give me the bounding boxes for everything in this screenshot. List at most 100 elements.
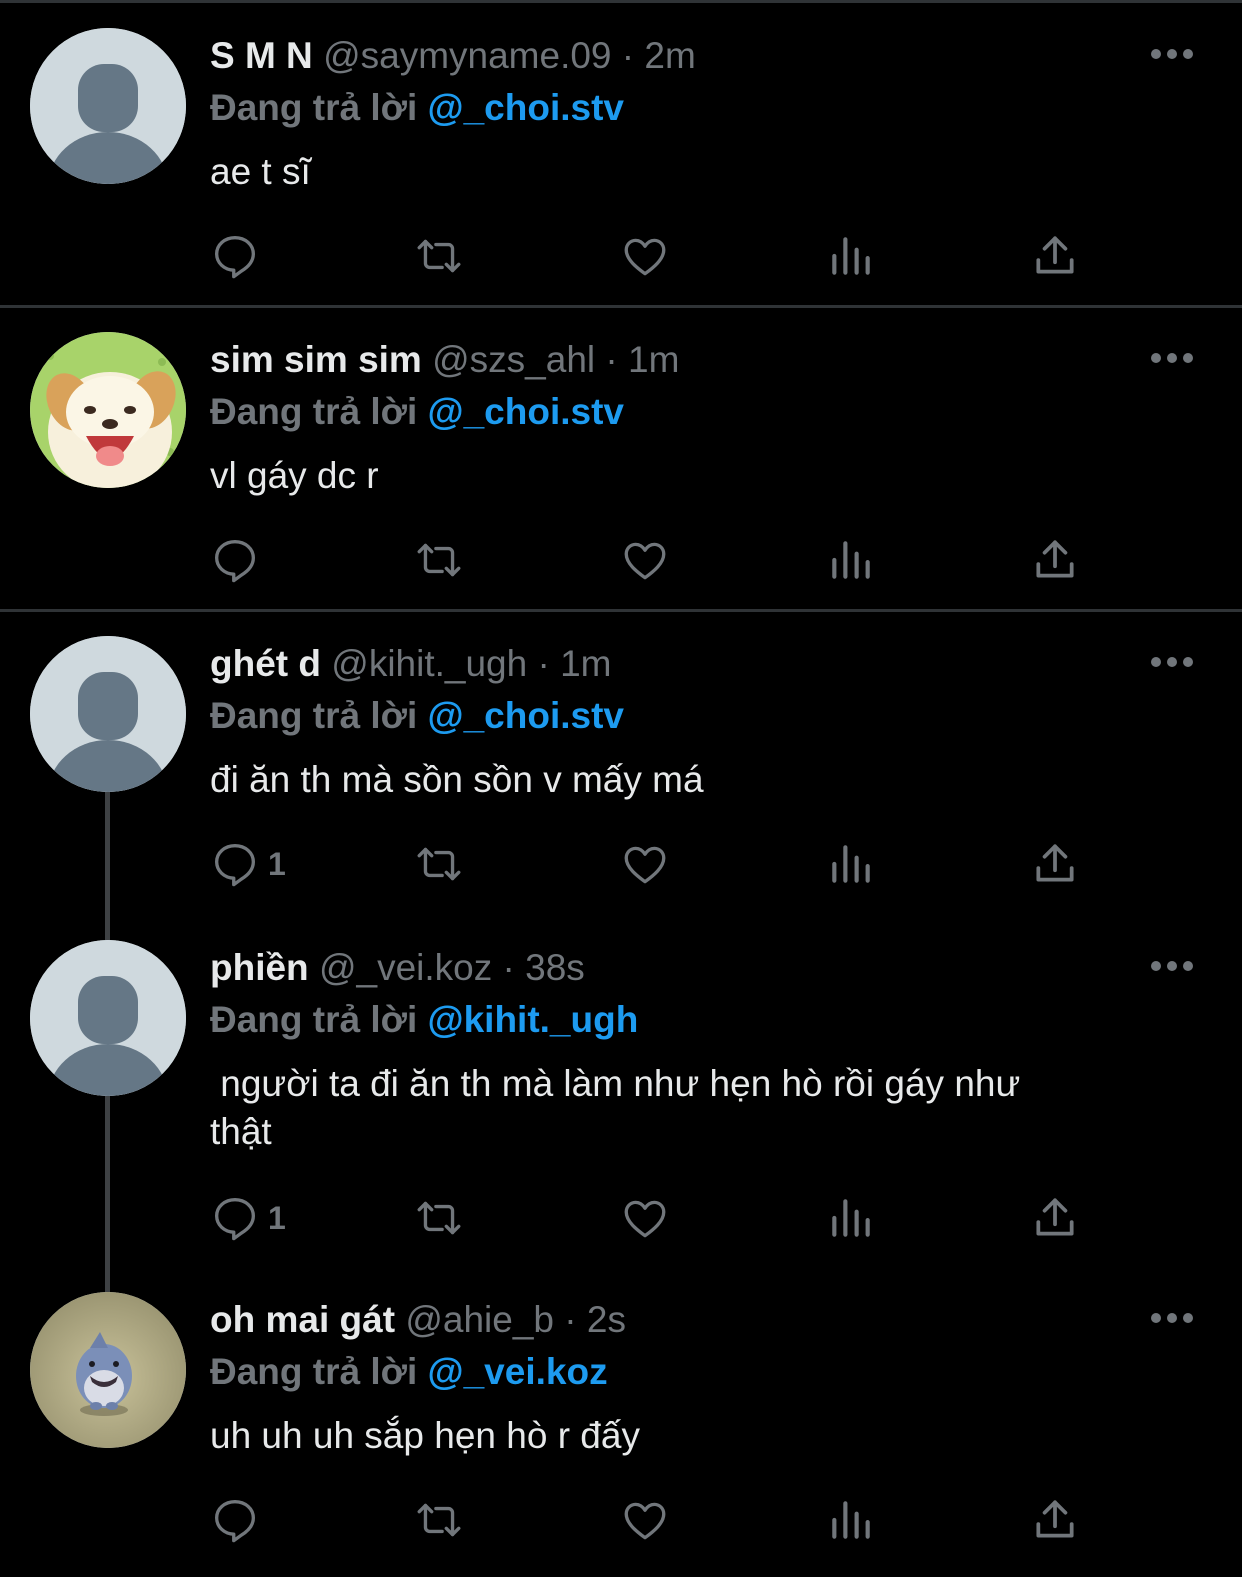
share-button[interactable] (1030, 1492, 1080, 1548)
reply-icon (215, 236, 255, 279)
display-name[interactable]: S M N (210, 35, 313, 76)
handle[interactable]: @ahie_b (405, 1299, 554, 1340)
reply-icon (215, 1500, 255, 1543)
reply-button[interactable] (210, 1492, 268, 1548)
share-button[interactable] (1030, 1190, 1080, 1246)
like-button[interactable] (620, 1190, 670, 1246)
retweet-icon (417, 543, 461, 577)
tweet-header: sim sim sim @szs_ahl · 1m (210, 338, 679, 382)
share-icon (1036, 844, 1074, 882)
handle[interactable]: @kihit._ugh (331, 643, 527, 684)
views-button[interactable] (826, 228, 876, 284)
default-avatar-icon (30, 636, 186, 792)
timestamp[interactable]: 1m (560, 643, 611, 684)
more-options-icon[interactable] (1150, 348, 1194, 368)
retweet-button[interactable] (414, 836, 464, 892)
dot-separator: · (621, 35, 645, 76)
views-button[interactable] (826, 1190, 876, 1246)
avatar[interactable] (30, 636, 186, 792)
analytics-icon (832, 1501, 870, 1539)
dot-separator: · (564, 1299, 587, 1340)
share-button[interactable] (1030, 532, 1080, 588)
retweet-button[interactable] (414, 228, 464, 284)
timestamp[interactable]: 2m (644, 35, 695, 76)
more-options-icon[interactable] (1150, 1308, 1194, 1328)
like-button[interactable] (620, 228, 670, 284)
handle[interactable]: @_vei.koz (319, 947, 492, 988)
timestamp[interactable]: 38s (525, 947, 585, 988)
more-options-icon[interactable] (1150, 652, 1194, 672)
replying-prefix: Đang trả lời (210, 999, 418, 1040)
display-name[interactable]: phiền (210, 947, 309, 988)
dot-separator: · (502, 947, 526, 988)
tweet-header: phiền @_vei.koz · 38s (210, 946, 585, 990)
tweet-header: ghét d @kihit._ugh · 1m (210, 642, 612, 686)
retweet-icon (417, 1503, 461, 1537)
retweet-button[interactable] (414, 532, 464, 588)
reply-button[interactable] (210, 228, 268, 284)
heart-icon (624, 238, 666, 276)
like-button[interactable] (620, 532, 670, 588)
reply-mention[interactable]: @kihit._ugh (428, 999, 639, 1040)
share-button[interactable] (1030, 836, 1080, 892)
shark-avatar-icon (30, 1292, 186, 1448)
reply-mention[interactable]: @_choi.stv (428, 391, 624, 432)
replying-prefix: Đang trả lời (210, 1351, 418, 1392)
more-options-icon[interactable] (1150, 44, 1194, 64)
reply-count: 1 (268, 1199, 286, 1236)
views-button[interactable] (826, 836, 876, 892)
reply-icon (215, 844, 255, 887)
share-icon (1036, 1198, 1074, 1236)
retweet-button[interactable] (414, 1190, 464, 1246)
reply-count: 1 (268, 845, 286, 882)
heart-icon (624, 1200, 666, 1238)
avatar[interactable] (30, 1292, 186, 1448)
handle[interactable]: @szs_ahl (432, 339, 595, 380)
replying-to-line: Đang trả lời @_choi.stv (210, 694, 624, 738)
reply-button[interactable]: 1 (210, 836, 286, 892)
reply-button[interactable]: 1 (210, 1190, 286, 1246)
default-avatar-icon (30, 28, 186, 184)
reply-mention[interactable]: @_choi.stv (428, 695, 624, 736)
views-button[interactable] (826, 1492, 876, 1548)
heart-icon (624, 542, 666, 580)
views-button[interactable] (826, 532, 876, 588)
analytics-icon (832, 541, 870, 579)
display-name[interactable]: sim sim sim (210, 339, 422, 380)
replying-to-line: Đang trả lời @_choi.stv (210, 390, 624, 434)
tweet-text: vl gáy dc r (210, 455, 379, 496)
timestamp[interactable]: 2s (587, 1299, 626, 1340)
tweet-actions (0, 1492, 1242, 1548)
replying-to-line: Đang trả lời @_choi.stv (210, 86, 624, 130)
share-button[interactable] (1030, 228, 1080, 284)
analytics-icon (832, 1199, 870, 1237)
avatar[interactable] (30, 28, 186, 184)
reply-mention[interactable]: @_vei.koz (428, 1351, 608, 1392)
tweet-text: ae t sĩ (210, 151, 311, 192)
display-name[interactable]: ghét d (210, 643, 321, 684)
avatar[interactable] (30, 940, 186, 1096)
avatar[interactable] (30, 332, 186, 488)
analytics-icon (832, 237, 870, 275)
retweet-button[interactable] (414, 1492, 464, 1548)
display-name[interactable]: oh mai gát (210, 1299, 395, 1340)
reply-button[interactable] (210, 532, 268, 588)
heart-icon (624, 1502, 666, 1540)
tweet-text: uh uh uh sắp hẹn hò r đấy (210, 1415, 640, 1456)
replying-to-line: Đang trả lời @_vei.koz (210, 1350, 608, 1394)
share-icon (1036, 540, 1074, 578)
share-icon (1036, 1500, 1074, 1538)
replying-prefix: Đang trả lời (210, 87, 418, 128)
retweet-icon (417, 239, 461, 273)
more-options-icon[interactable] (1150, 956, 1194, 976)
like-button[interactable] (620, 836, 670, 892)
reply-mention[interactable]: @_choi.stv (428, 87, 624, 128)
tweet-text: người ta đi ăn th mà làm như hẹn hò rồi … (210, 1063, 1021, 1152)
replying-prefix: Đang trả lời (210, 391, 418, 432)
reply-icon (215, 540, 255, 583)
tweet-text: đi ăn th mà sồn sồn v mấy má (210, 759, 704, 800)
handle[interactable]: @saymyname.09 (323, 35, 611, 76)
dot-separator: · (537, 643, 561, 684)
timestamp[interactable]: 1m (628, 339, 679, 380)
like-button[interactable] (620, 1492, 670, 1548)
